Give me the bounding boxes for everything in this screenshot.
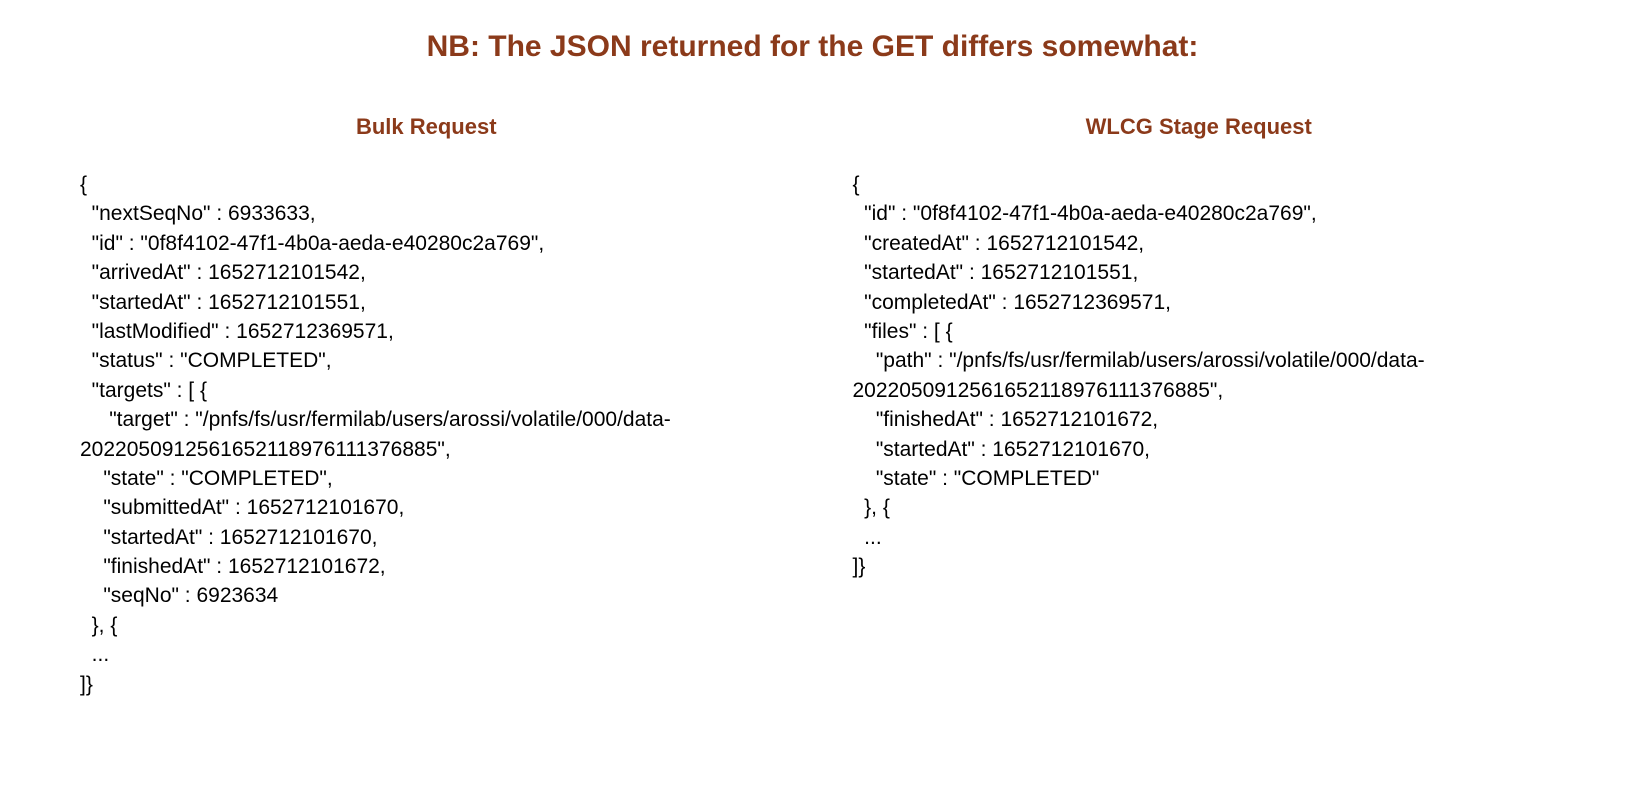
left-code-block: { "nextSeqNo" : 6933633, "id" : "0f8f410… [80, 170, 773, 699]
page-title: NB: The JSON returned for the GET differ… [80, 30, 1545, 64]
right-code-block: { "id" : "0f8f4102-47f1-4b0a-aeda-e40280… [853, 170, 1546, 581]
columns-container: Bulk Request { "nextSeqNo" : 6933633, "i… [80, 114, 1545, 699]
left-column-heading: Bulk Request [80, 114, 773, 140]
right-column: WLCG Stage Request { "id" : "0f8f4102-47… [853, 114, 1546, 699]
left-column: Bulk Request { "nextSeqNo" : 6933633, "i… [80, 114, 773, 699]
right-column-heading: WLCG Stage Request [853, 114, 1546, 140]
